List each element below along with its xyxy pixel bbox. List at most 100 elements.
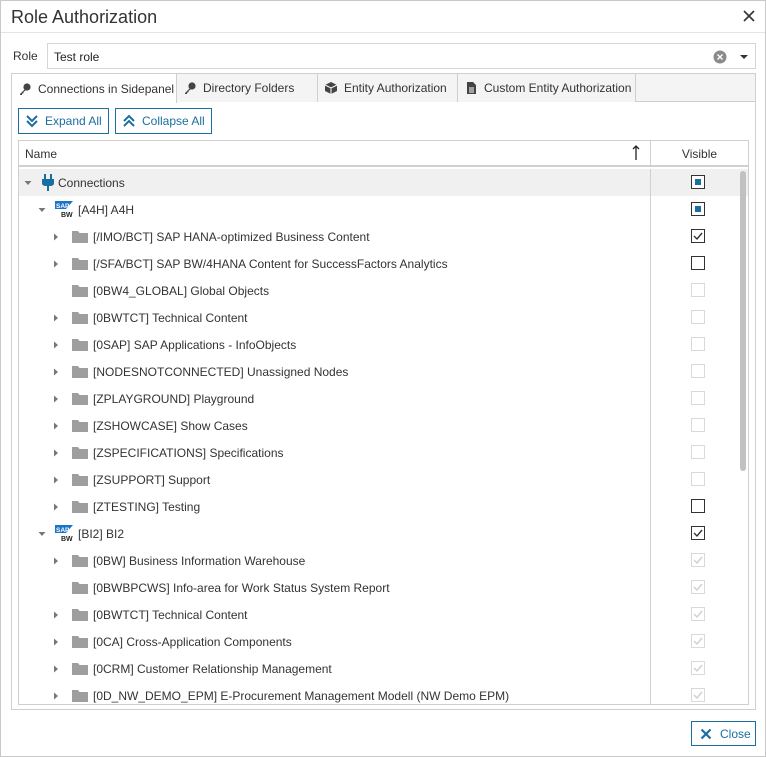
- table-row[interactable]: [0CA] Cross-Application Components: [19, 628, 748, 655]
- column-header-visible[interactable]: Visible: [650, 141, 748, 167]
- visible-checkbox[interactable]: [691, 499, 705, 513]
- column-separator: [650, 520, 651, 547]
- close-button[interactable]: Close: [691, 721, 756, 746]
- table-row[interactable]: [ZSHOWCASE] Show Cases: [19, 412, 748, 439]
- row-label: [ZSHOWCASE] Show Cases: [93, 419, 248, 433]
- role-select[interactable]: Test role: [47, 43, 756, 69]
- visible-checkbox[interactable]: [691, 175, 705, 189]
- visible-checkbox: [691, 310, 705, 324]
- tab-connections-in-sidepanel[interactable]: Connections in Sidepanel: [12, 74, 177, 103]
- table-row[interactable]: [0BWBPCWS] Info-area for Work Status Sys…: [19, 574, 748, 601]
- row-label: [0CRM] Customer Relationship Management: [93, 662, 332, 676]
- caret-right-icon[interactable]: [52, 395, 60, 403]
- visible-checkbox[interactable]: [691, 256, 705, 270]
- role-label: Role: [13, 49, 38, 63]
- visible-checkbox: [691, 607, 705, 621]
- column-separator: [650, 331, 651, 358]
- row-label: [0CA] Cross-Application Components: [93, 635, 292, 649]
- table-row[interactable]: [NODESNOTCONNECTED] Unassigned Nodes: [19, 358, 748, 385]
- tab-directory-folders[interactable]: Directory Folders: [177, 74, 318, 102]
- caret-down-icon[interactable]: [38, 530, 46, 538]
- caret-right-icon[interactable]: [52, 260, 60, 268]
- visible-checkbox[interactable]: [691, 202, 705, 216]
- authorization-grid: Name Visible Connections SAP BW [A4H] A4H [/…: [18, 140, 749, 705]
- visible-checkbox: [691, 580, 705, 594]
- table-row[interactable]: [/IMO/BCT] SAP HANA-optimized Business C…: [19, 223, 748, 250]
- table-row[interactable]: [ZPLAYGROUND] Playground: [19, 385, 748, 412]
- caret-right-icon[interactable]: [52, 503, 60, 511]
- table-row[interactable]: Connections: [19, 169, 748, 196]
- visible-checkbox[interactable]: [691, 526, 705, 540]
- caret-right-icon[interactable]: [52, 233, 60, 241]
- row-label: [0BWBPCWS] Info-area for Work Status Sys…: [93, 581, 390, 595]
- column-separator: [650, 493, 651, 520]
- row-label: [ZPLAYGROUND] Playground: [93, 392, 255, 406]
- caret-right-icon[interactable]: [52, 476, 60, 484]
- folder-icon: [72, 312, 88, 324]
- tab-entity-authorization[interactable]: Entity Authorization: [318, 74, 458, 102]
- tab-panel: Connections in Sidepanel Directory Folde…: [11, 73, 756, 710]
- caret-right-icon[interactable]: [52, 665, 60, 673]
- visible-checkbox: [691, 472, 705, 486]
- table-row[interactable]: [0BW4_GLOBAL] Global Objects: [19, 277, 748, 304]
- table-row[interactable]: [0CRM] Customer Relationship Management: [19, 655, 748, 682]
- caret-right-icon[interactable]: [52, 638, 60, 646]
- expand-all-button[interactable]: Expand All: [18, 108, 109, 134]
- table-row[interactable]: [ZTESTING] Testing: [19, 493, 748, 520]
- svg-text:SAP: SAP: [56, 527, 70, 534]
- folder-icon: [72, 474, 88, 486]
- row-label: [A4H] A4H: [78, 203, 135, 217]
- table-row[interactable]: SAP BW [A4H] A4H: [19, 196, 748, 223]
- caret-right-icon[interactable]: [52, 314, 60, 322]
- table-row[interactable]: [0D_NW_DEMO_EPM] E-Procurement Managemen…: [19, 682, 748, 704]
- grid-header: Name Visible: [19, 141, 748, 167]
- folder-icon: [72, 663, 88, 675]
- check-icon: [693, 637, 703, 646]
- svg-text:BW: BW: [61, 212, 73, 218]
- tab-custom-entity-authorization[interactable]: Custom Entity Authorization: [458, 74, 636, 102]
- collapse-all-button[interactable]: Collapse All: [115, 108, 212, 134]
- caret-right-icon[interactable]: [52, 557, 60, 565]
- visible-checkbox[interactable]: [691, 229, 705, 243]
- caret-right-icon[interactable]: [52, 422, 60, 430]
- table-row[interactable]: SAP BW [BI2] BI2: [19, 520, 748, 547]
- row-label: [ZSPECIFICATIONS] Specifications: [93, 446, 284, 460]
- clear-icon[interactable]: [713, 50, 727, 64]
- partial-indicator: [695, 179, 701, 185]
- table-row[interactable]: [ZSPECIFICATIONS] Specifications: [19, 439, 748, 466]
- close-button-label: Close: [720, 726, 751, 741]
- table-row[interactable]: [0BWTCT] Technical Content: [19, 304, 748, 331]
- sort-ascending-icon[interactable]: [631, 145, 641, 161]
- row-label: [0BW4_GLOBAL] Global Objects: [93, 284, 270, 298]
- caret-right-icon[interactable]: [52, 341, 60, 349]
- caret-right-icon[interactable]: [52, 611, 60, 619]
- caret-down-icon[interactable]: [24, 179, 32, 187]
- folder-icon: [72, 366, 88, 378]
- caret-right-icon[interactable]: [52, 449, 60, 457]
- caret-right-icon[interactable]: [52, 692, 60, 700]
- row-label: [0BWTCT] Technical Content: [93, 311, 248, 325]
- close-icon: [700, 728, 712, 739]
- folder-icon: [72, 420, 88, 432]
- column-header-name[interactable]: Name: [25, 147, 57, 161]
- vertical-scrollbar[interactable]: [740, 171, 746, 471]
- folder-icon: [72, 231, 88, 243]
- caret-right-icon[interactable]: [52, 368, 60, 376]
- chevron-down-icon[interactable]: [739, 52, 749, 62]
- role-value: Test role: [54, 50, 100, 64]
- table-row[interactable]: [0BW] Business Information Warehouse: [19, 547, 748, 574]
- table-row[interactable]: [/SFA/BCT] SAP BW/4HANA Content for Succ…: [19, 250, 748, 277]
- visible-checkbox: [691, 418, 705, 432]
- caret-down-icon[interactable]: [38, 206, 46, 214]
- row-label: [0D_NW_DEMO_EPM] E-Procurement Managemen…: [93, 689, 510, 703]
- folder-icon: [72, 285, 88, 297]
- close-icon[interactable]: [741, 8, 757, 24]
- table-row[interactable]: [ZSUPPORT] Support: [19, 466, 748, 493]
- svg-text:SAP: SAP: [56, 203, 70, 210]
- cube-icon: [324, 82, 338, 94]
- sap-bw-icon: SAP BW: [55, 525, 73, 542]
- table-row[interactable]: [0BWTCT] Technical Content: [19, 601, 748, 628]
- column-separator: [650, 682, 651, 704]
- visible-checkbox: [691, 661, 705, 675]
- table-row[interactable]: [0SAP] SAP Applications - InfoObjects: [19, 331, 748, 358]
